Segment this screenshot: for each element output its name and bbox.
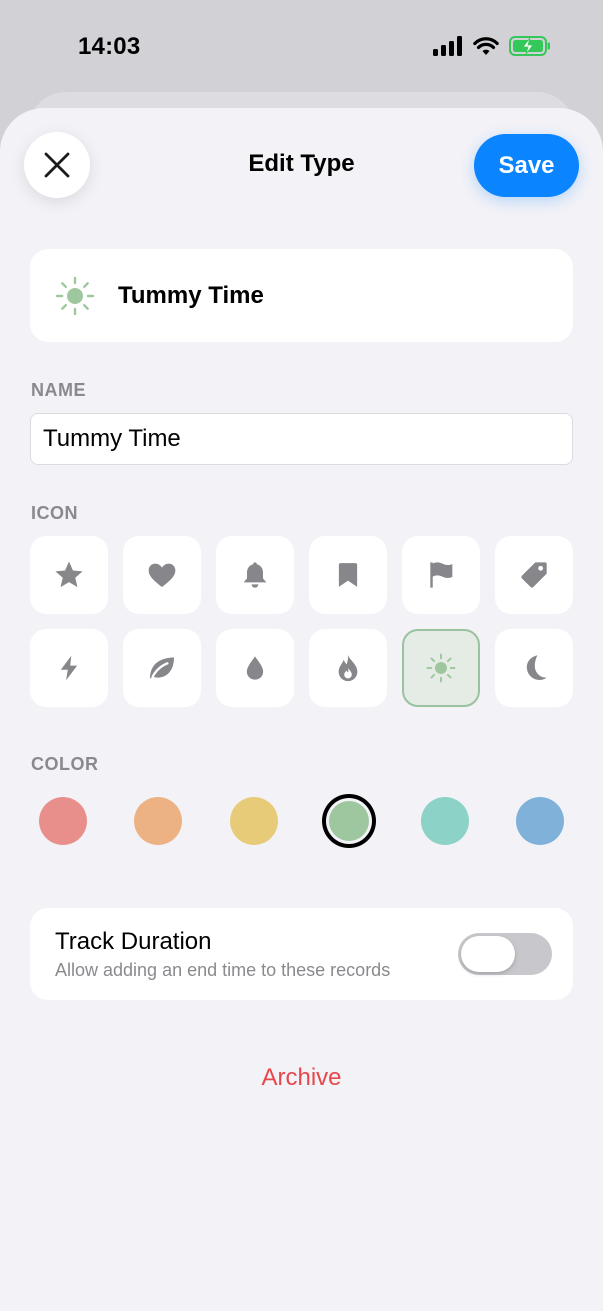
icon-option-sun[interactable] (402, 629, 480, 707)
icon-option-moon[interactable] (495, 629, 573, 707)
tag-icon (521, 562, 547, 588)
color-swatch[interactable] (515, 797, 564, 845)
heart-icon (148, 563, 176, 587)
color-picker (39, 797, 564, 845)
track-duration-title: Track Duration (55, 928, 212, 955)
icon-option-bolt[interactable] (30, 629, 108, 707)
flag-icon (430, 562, 453, 588)
track-duration-toggle[interactable] (458, 933, 552, 975)
icon-option-drop[interactable] (216, 629, 294, 707)
leaf-icon (150, 657, 174, 679)
track-duration-subtitle: Allow adding an end time to these record… (55, 960, 391, 980)
drop-icon (246, 656, 264, 680)
status-time: 14:03 (78, 33, 141, 60)
cellular-signal-icon (433, 36, 462, 56)
track-duration-card: Track Duration Allow adding an end time … (30, 908, 573, 1000)
color-swatch[interactable] (39, 797, 87, 845)
icon-option-flag[interactable] (402, 536, 480, 614)
type-preview-card: Tummy Time (30, 249, 573, 342)
preview-name: Tummy Time (118, 281, 264, 309)
star-icon (55, 561, 83, 588)
flame-icon (338, 654, 358, 682)
icon-option-flame[interactable] (309, 629, 387, 707)
moon-icon (526, 655, 547, 680)
name-input[interactable] (30, 413, 573, 465)
bookmark-icon (338, 563, 358, 587)
bell-icon (243, 562, 267, 588)
color-swatch[interactable] (134, 797, 183, 845)
archive-button[interactable]: Archive (0, 1064, 603, 1092)
color-section-label: COLOR (31, 754, 99, 774)
icon-option-star[interactable] (30, 536, 108, 614)
edit-type-sheet: Edit Type Save Tummy Time NAME ICON (0, 108, 603, 1311)
save-button[interactable]: Save (474, 134, 579, 197)
icon-picker (30, 536, 573, 722)
color-swatch[interactable] (229, 797, 278, 845)
battery-charging-icon (509, 36, 550, 56)
icon-option-tag[interactable] (495, 536, 573, 614)
name-section-label: NAME (31, 380, 86, 400)
wifi-icon (473, 37, 499, 55)
status-icons (433, 36, 551, 56)
icon-option-heart[interactable] (123, 536, 201, 614)
icon-option-bell[interactable] (216, 536, 294, 614)
icon-option-leaf[interactable] (123, 629, 201, 707)
status-bar: 14:03 (0, 0, 603, 96)
color-swatch[interactable] (420, 797, 469, 845)
color-swatch[interactable] (329, 801, 370, 841)
sun-icon (426, 653, 456, 683)
sun-icon (54, 275, 96, 317)
icon-option-bookmark[interactable] (309, 536, 387, 614)
icon-section-label: ICON (31, 503, 78, 523)
bolt-icon (60, 655, 78, 681)
toggle-knob (461, 936, 515, 972)
